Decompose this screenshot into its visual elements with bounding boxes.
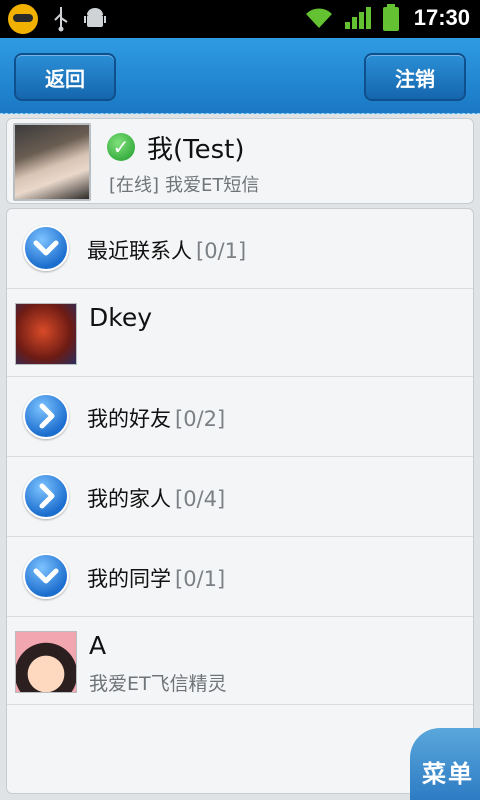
back-button[interactable]: 返回 (14, 53, 116, 101)
signal-icon (344, 7, 371, 29)
group-label: 最近联系人 [0/1] (87, 239, 247, 263)
group-my-family[interactable]: 我的家人 [0/4] (7, 457, 473, 537)
chevron-down-icon (23, 553, 69, 599)
contact-avatar (15, 631, 77, 693)
battery-icon (382, 4, 399, 31)
wifi-icon (305, 8, 332, 28)
chevron-right-icon (23, 473, 69, 519)
online-status-tag: [在线] (109, 175, 160, 196)
contact-name: Dkey (89, 303, 153, 332)
my-signature: 我爱ET短信 (165, 175, 260, 196)
group-label: 我的家人 [0/4] (87, 487, 226, 511)
group-label: 我的同学 [0/1] (87, 567, 226, 591)
chevron-down-icon (23, 225, 69, 271)
logout-button[interactable]: 注销 (364, 53, 466, 101)
my-profile-card[interactable]: ✓ 我(Test) [在线] 我爱ET短信 (6, 118, 474, 204)
app-header: 返回 注销 (0, 38, 480, 114)
contact-list: 最近联系人 [0/1] Dkey 我的好友 [0/2] 我的家人 [0/4] 我的同学… (6, 208, 474, 794)
group-label: 我的好友 [0/2] (87, 407, 226, 431)
group-recent-contacts[interactable]: 最近联系人 [0/1] (7, 209, 473, 289)
contact-avatar (15, 303, 77, 365)
contact-row-a[interactable]: A 我爱ET飞信精灵 (7, 617, 473, 705)
my-name: 我(Test) (147, 135, 245, 165)
menu-button[interactable]: 菜单 (410, 728, 480, 800)
my-avatar (13, 123, 91, 201)
status-time: 17:30 (413, 5, 470, 30)
contact-signature: 我爱ET飞信精灵 (89, 673, 227, 695)
contact-row-dkey[interactable]: Dkey (7, 289, 473, 377)
chevron-right-icon (23, 393, 69, 439)
group-my-friends[interactable]: 我的好友 [0/2] (7, 377, 473, 457)
android-icon (84, 8, 106, 27)
group-my-classmates[interactable]: 我的同学 [0/1] (7, 537, 473, 617)
status-bar: 17:30 (0, 0, 480, 38)
online-check-icon: ✓ (107, 133, 135, 161)
contact-name: A (89, 631, 107, 660)
fetion-icon (8, 4, 38, 34)
usb-icon (54, 7, 68, 32)
my-status-line: [在线] 我爱ET短信 (109, 171, 259, 197)
